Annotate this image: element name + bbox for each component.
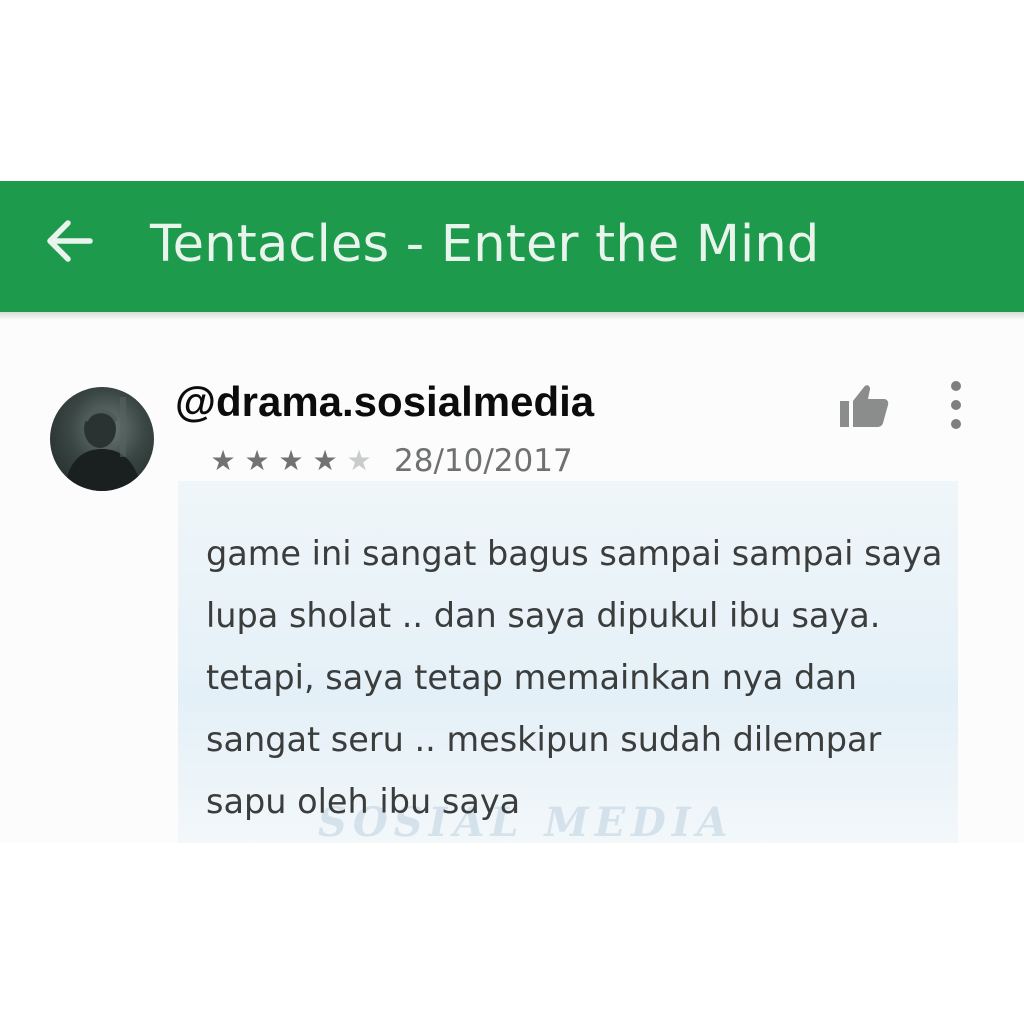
star-filled-icon: ★	[312, 444, 338, 477]
user-avatar[interactable]	[50, 387, 154, 491]
review-text-line: sapu oleh ibu saya	[206, 782, 521, 821]
more-vertical-icon[interactable]	[940, 379, 972, 431]
arrow-left-icon[interactable]	[44, 219, 94, 263]
review-text-line: game ini sangat bagus sampai sampai saya	[206, 534, 943, 573]
toolbar-shadow	[0, 312, 1024, 320]
review-text-line: lupa sholat .. dan saya dipukul ibu saya…	[206, 596, 881, 635]
review-rating: ★ ★ ★ ★ ★ 28/10/2017	[206, 439, 573, 483]
review-date: 28/10/2017	[394, 443, 573, 479]
watermark-handle: @drama.sosialmedia	[175, 378, 595, 425]
review-text: game ini sangat bagus sampai sampai saya…	[206, 523, 986, 833]
star-filled-icon: ★	[210, 444, 236, 477]
star-empty-icon: ★	[346, 444, 372, 477]
app-title: Tentacles - Enter the Mind	[150, 215, 820, 274]
review-text-line: sangat seru .. meskipun sudah dilempar	[206, 720, 882, 759]
star-filled-icon: ★	[244, 444, 270, 477]
star-filled-icon: ★	[278, 444, 304, 477]
app-toolbar: Tentacles - Enter the Mind	[0, 181, 1024, 312]
thumbs-up-icon[interactable]	[838, 381, 890, 429]
review-text-line: tetapi, saya tetap memainkan nya dan	[206, 658, 858, 697]
app-screenshot: Tentacles - Enter the Mind SOSIAL MEDIA …	[0, 181, 1024, 843]
